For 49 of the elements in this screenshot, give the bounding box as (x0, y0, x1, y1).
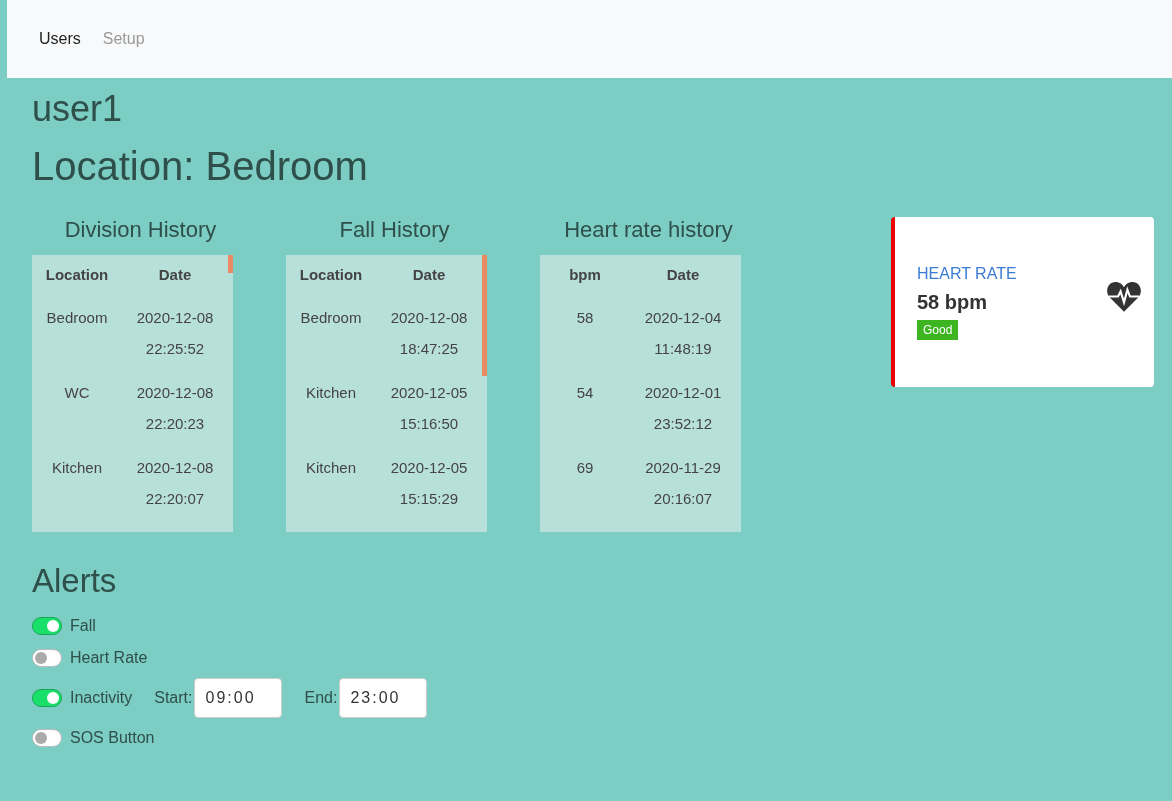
scrollbar-thumb[interactable] (482, 255, 487, 376)
time-field[interactable]: 23:00 (339, 678, 428, 718)
table-cell-text: 2020-12-08 22:20:07 (135, 458, 215, 509)
table-cell-text: 2020-12-05 15:16:50 (389, 383, 469, 434)
location-heading: Location: Bedroom (32, 144, 369, 189)
time-field[interactable]: 09:00 (194, 678, 283, 718)
table-cell-text: Kitchen (304, 383, 357, 403)
table-cell-text: Kitchen (304, 458, 357, 478)
table-cell-text: 2020-12-01 23:52:12 (643, 383, 723, 434)
column-header: Date (157, 265, 193, 285)
table-cell-text: Kitchen (50, 458, 103, 478)
table-cell-text: 69 (575, 458, 595, 478)
column-header: Date (665, 265, 701, 285)
toggle-switch[interactable] (32, 649, 62, 667)
table-cell-text: 2020-12-08 22:25:52 (135, 308, 215, 359)
table-cell-text: 2020-12-08 22:20:23 (135, 383, 215, 434)
table-cell-text: Bedroom (299, 308, 363, 328)
alerts-heading: Alerts (32, 562, 118, 600)
toggle-switch[interactable] (32, 729, 62, 747)
table-cell-text: 58 (575, 308, 595, 328)
user-name: user1 (32, 88, 124, 130)
table-cell-text: 2020-12-08 18:47:25 (389, 308, 469, 359)
time-label: Start: (154, 689, 193, 707)
column-header: bpm (568, 265, 602, 285)
toggle-label: Inactivity (70, 689, 133, 707)
time-label: End: (304, 689, 338, 707)
toggle-label: Fall (70, 617, 96, 635)
table-cell-text: 2020-11-29 20:16:07 (644, 458, 722, 509)
table-title: Heart rate history (563, 217, 734, 243)
column-header: Location (44, 265, 110, 285)
toggle-label: Heart Rate (70, 649, 148, 667)
column-header: Location (298, 265, 364, 285)
heart-pulse-icon (1107, 280, 1141, 312)
table-cell-text: Bedroom (45, 308, 109, 328)
column-header: Date (411, 265, 447, 285)
scrollbar-thumb[interactable] (228, 255, 233, 273)
table-cell-text: WC (63, 383, 91, 403)
table-cell-text: 54 (575, 383, 595, 403)
toggle-switch[interactable] (32, 689, 62, 707)
table-title: Division History (63, 217, 218, 243)
table-cell-text: 2020-12-05 15:15:29 (389, 458, 469, 509)
table-title: Fall History (338, 217, 451, 243)
heart-rate-value: 58 bpm (917, 290, 989, 314)
nav-link[interactable]: Users (39, 30, 81, 48)
table-cell-text: 2020-12-04 11:48:19 (643, 308, 723, 359)
status-badge: Good (917, 319, 959, 340)
toggle-label: SOS Button (70, 729, 155, 747)
toggle-switch[interactable] (32, 617, 62, 635)
card-title: HEART RATE (917, 264, 1017, 283)
